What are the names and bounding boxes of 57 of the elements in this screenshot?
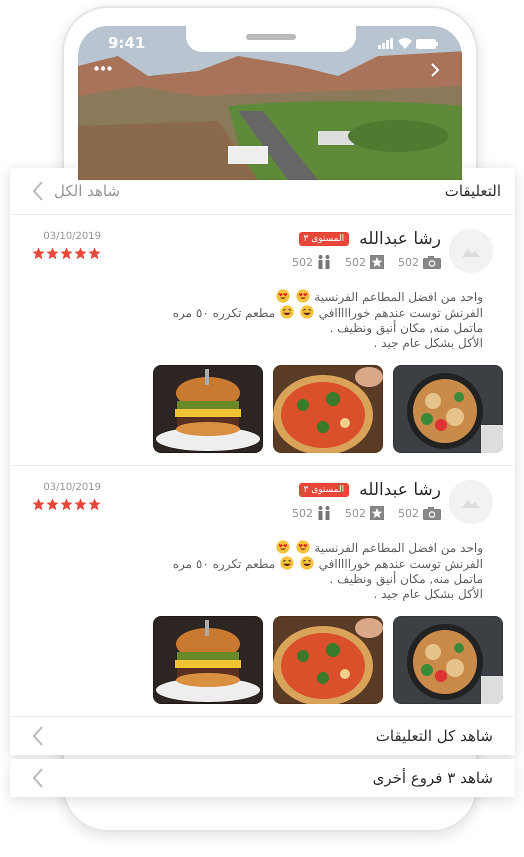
camera-icon bbox=[423, 506, 441, 520]
smiley-icon bbox=[280, 305, 294, 319]
battery-icon bbox=[416, 38, 438, 48]
review-text-line: الفرنش توست عندهم خورااااافي مطعم تكرره ٥٠ مره bbox=[172, 305, 483, 320]
level-badge: المستوى ٣ bbox=[298, 483, 350, 497]
star-icon bbox=[32, 498, 45, 511]
star-icon bbox=[88, 498, 101, 511]
stat-count: 502 bbox=[398, 256, 419, 268]
smiley-icon bbox=[300, 556, 314, 570]
speaker-icon bbox=[246, 34, 296, 40]
signal-icon bbox=[378, 38, 394, 49]
chevron-left-icon[interactable] bbox=[32, 180, 44, 202]
smiley-icon bbox=[296, 289, 310, 303]
star-icon bbox=[60, 247, 73, 260]
level-badge: المستوى ٣ bbox=[298, 232, 350, 246]
stat-count: 502 bbox=[345, 506, 366, 520]
people-icon bbox=[317, 255, 331, 269]
smiley-icon bbox=[276, 540, 290, 554]
chevron-right-icon[interactable] bbox=[430, 62, 440, 78]
more-icon[interactable] bbox=[94, 66, 112, 71]
link-label[interactable]: شاهد كل التعليقات bbox=[376, 727, 493, 745]
star-icon bbox=[88, 247, 101, 260]
smiley-icon bbox=[280, 556, 294, 570]
review-text-line: واحد من افضل المطاعم الفرنسية bbox=[32, 289, 483, 305]
review-text-line: الأكل بشكل عام جيد . bbox=[372, 587, 483, 602]
review-date: 03/10/2019 bbox=[43, 231, 101, 242]
chevron-left-icon[interactable] bbox=[32, 725, 44, 747]
stat-count: 502 bbox=[292, 256, 313, 268]
star-icon bbox=[46, 247, 59, 260]
section-title: التعليقات bbox=[444, 182, 501, 200]
stat-count: 502 bbox=[398, 506, 419, 520]
review-text-line: الأكل بشكل عام جيد . bbox=[372, 336, 483, 351]
review-text-line: ماتمل منه, مكان أنيق ونظيف . bbox=[328, 572, 483, 586]
star-icon bbox=[32, 247, 45, 260]
star-icon bbox=[74, 247, 87, 260]
review-text-line: واحد من افضل المطاعم الفرنسية bbox=[32, 540, 483, 556]
stat-count: 502 bbox=[345, 256, 366, 268]
link-label[interactable]: شاهد ٣ فروع أخرى bbox=[372, 769, 493, 787]
star-icon bbox=[46, 498, 59, 511]
smiley-icon bbox=[296, 540, 310, 554]
review-text-line: ماتمل منه, مكان أنيق ونظيف . bbox=[328, 321, 483, 336]
stat-count: 502 bbox=[292, 506, 313, 520]
status-time: 9:41 bbox=[108, 34, 146, 52]
smiley-icon bbox=[276, 289, 290, 303]
reviewer-name: رشا عبدالله bbox=[359, 480, 441, 500]
camera-icon bbox=[423, 256, 441, 268]
wifi-icon bbox=[398, 38, 412, 49]
star-icon bbox=[370, 255, 384, 269]
star-icon bbox=[370, 506, 384, 520]
smiley-icon bbox=[300, 305, 314, 319]
star-icon bbox=[74, 498, 87, 511]
review-text-line: الفرنش توست عندهم خورااااافي مطعم تكرره ٥٠ مره bbox=[172, 556, 483, 571]
reviewer-name: رشا عبدالله bbox=[359, 229, 441, 249]
review-date: 03/10/2019 bbox=[43, 482, 101, 493]
chevron-left-icon[interactable] bbox=[32, 767, 44, 789]
people-icon bbox=[317, 506, 331, 520]
star-icon bbox=[60, 498, 73, 511]
